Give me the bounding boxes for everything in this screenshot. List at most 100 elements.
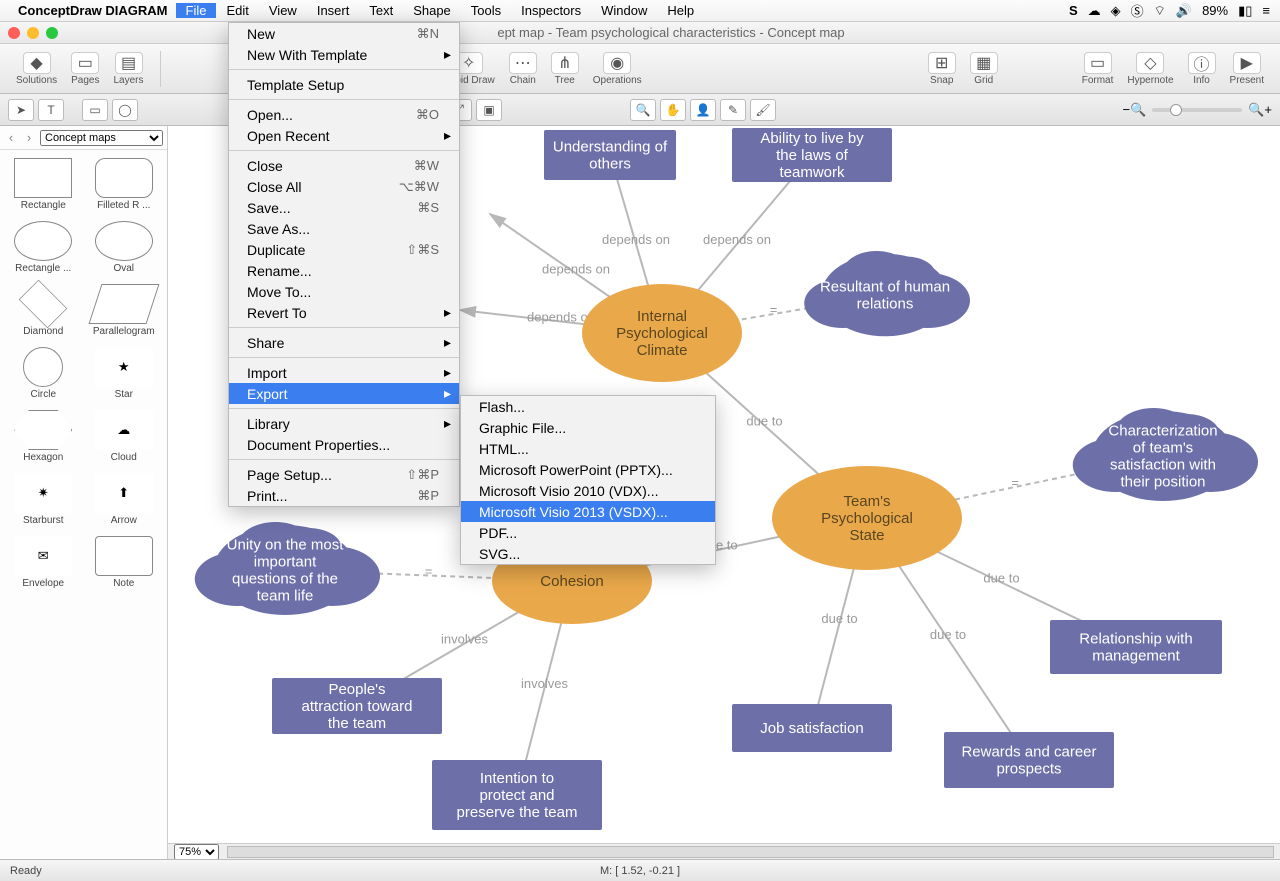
menuitem-pdf-[interactable]: PDF...: [461, 522, 715, 543]
tool-solutions[interactable]: ◆Solutions: [10, 50, 63, 88]
node-n5[interactable]: Team'sPsychologicalState: [772, 466, 962, 570]
shape-starburst[interactable]: ✷Starburst: [4, 469, 83, 530]
tool-present[interactable]: ▶Present: [1224, 50, 1270, 88]
menuitem-open-recent[interactable]: Open Recent▸: [229, 125, 459, 146]
menuitem-html-[interactable]: HTML...: [461, 438, 715, 459]
tool-snap[interactable]: ⊞Snap: [922, 50, 962, 88]
shape-rectangle[interactable]: Rectangle: [4, 154, 83, 215]
zoom-select[interactable]: 75%: [174, 844, 219, 860]
ellipse-tool[interactable]: ◯: [112, 99, 138, 121]
menu-view[interactable]: View: [259, 3, 307, 18]
node-n3[interactable]: Resultant of humanrelations: [804, 251, 970, 336]
menuitem-print-[interactable]: Print...⌘P: [229, 485, 459, 506]
library-select[interactable]: Concept maps: [40, 130, 163, 146]
menuitem-template-setup[interactable]: Template Setup: [229, 74, 459, 95]
wifi-icon[interactable]: ⌔: [1154, 3, 1166, 19]
menu-shape[interactable]: Shape: [403, 3, 461, 18]
menuitem-duplicate[interactable]: Duplicate⇧⌘S: [229, 239, 459, 260]
tool-chain[interactable]: ⋯Chain: [503, 50, 543, 88]
tool-info[interactable]: ⓘInfo: [1182, 50, 1222, 88]
person-tool[interactable]: 👤: [690, 99, 716, 121]
menuitem-rename-[interactable]: Rename...: [229, 260, 459, 281]
menu-window[interactable]: Window: [591, 3, 657, 18]
eyedrop-tool[interactable]: ✎: [720, 99, 746, 121]
node-n13[interactable]: Relationship withmanagement: [1050, 620, 1222, 674]
menuitem-microsoft-visio-2013-vsdx-[interactable]: Microsoft Visio 2013 (VSDX)...: [461, 501, 715, 522]
window-close[interactable]: [8, 27, 20, 39]
menu-edit[interactable]: Edit: [216, 3, 258, 18]
lib-fwd[interactable]: ›: [22, 130, 36, 145]
menuitem-close-all[interactable]: Close All⌥⌘W: [229, 176, 459, 197]
node-n1[interactable]: Understanding ofothers: [544, 130, 676, 180]
h-scrollbar[interactable]: [227, 846, 1274, 858]
tool-operations[interactable]: ◉Operations: [587, 50, 648, 88]
menuitem-save-as-[interactable]: Save As...: [229, 218, 459, 239]
menuitem-library[interactable]: Library▸: [229, 413, 459, 434]
menuitem-import[interactable]: Import▸: [229, 362, 459, 383]
zoom-tool[interactable]: 🔍: [630, 99, 656, 121]
node-n4[interactable]: InternalPsychologicalClimate: [582, 284, 742, 382]
menu-file[interactable]: File: [176, 3, 217, 18]
shape-envelope[interactable]: ✉Envelope: [4, 532, 83, 593]
node-n2[interactable]: Ability to live bythe laws ofteamwork: [732, 128, 892, 182]
shape-arrow[interactable]: ⬆Arrow: [85, 469, 164, 530]
menuitem-microsoft-visio-2010-vdx-[interactable]: Microsoft Visio 2010 (VDX)...: [461, 480, 715, 501]
tool-hypernote[interactable]: ◇Hypernote: [1121, 50, 1179, 88]
menu-help[interactable]: Help: [657, 3, 704, 18]
tool-grid[interactable]: ▦Grid: [964, 50, 1004, 88]
shape-parallelogram[interactable]: Parallelogram: [85, 280, 164, 341]
menu-text[interactable]: Text: [359, 3, 403, 18]
shape-star[interactable]: ★Star: [85, 343, 164, 404]
menu-tools[interactable]: Tools: [461, 3, 511, 18]
shape-filleted-r-[interactable]: Filleted R ...: [85, 154, 164, 215]
node-n10[interactable]: Intention toprotect andpreserve the team: [432, 760, 602, 830]
menuitem-share[interactable]: Share▸: [229, 332, 459, 353]
tool-layers[interactable]: ▤Layers: [108, 50, 150, 88]
menuitem-new-with-template[interactable]: New With Template▸: [229, 44, 459, 65]
pan-tool[interactable]: ✋: [660, 99, 686, 121]
menuitem-flash-[interactable]: Flash...: [461, 396, 715, 417]
menuitem-document-properties-[interactable]: Document Properties...: [229, 434, 459, 455]
node-n8[interactable]: Unity on the mostimportantquestions of t…: [195, 522, 380, 615]
cloud-icon[interactable]: ☁: [1088, 3, 1101, 19]
menuitem-microsoft-powerpoint-pptx-[interactable]: Microsoft PowerPoint (PPTX)...: [461, 459, 715, 480]
tool-tree[interactable]: ⋔Tree: [545, 50, 585, 88]
dropbox-icon[interactable]: ◈: [1111, 3, 1121, 19]
menuitem-svg-[interactable]: SVG...: [461, 543, 715, 564]
menuitem-graphic-file-[interactable]: Graphic File...: [461, 417, 715, 438]
window-zoom[interactable]: [46, 27, 58, 39]
menuitem-save-[interactable]: Save...⌘S: [229, 197, 459, 218]
s-icon[interactable]: S: [1069, 3, 1078, 18]
brush-tool[interactable]: 🖌: [750, 99, 776, 121]
zoom-out-icon[interactable]: −🔍: [1122, 102, 1146, 118]
shape-cloud[interactable]: ☁Cloud: [85, 406, 164, 467]
textbox-tool[interactable]: ▣: [476, 99, 502, 121]
menuitem-open-[interactable]: Open...⌘O: [229, 104, 459, 125]
lib-back[interactable]: ‹: [4, 130, 18, 145]
node-n9[interactable]: People'sattraction towardthe team: [272, 678, 442, 734]
zoom-in-icon[interactable]: 🔍+: [1248, 102, 1272, 118]
rect-tool[interactable]: ▭: [82, 99, 108, 121]
menu-insert[interactable]: Insert: [307, 3, 360, 18]
shape-circle[interactable]: Circle: [4, 343, 83, 404]
menuitem-close[interactable]: Close⌘W: [229, 155, 459, 176]
menuitem-revert-to[interactable]: Revert To▸: [229, 302, 459, 323]
menu-icon[interactable]: ≡: [1262, 3, 1270, 18]
tool-pages[interactable]: ▭Pages: [65, 50, 105, 88]
zoom-slider[interactable]: −🔍 🔍+: [1122, 102, 1272, 118]
window-minimize[interactable]: [27, 27, 39, 39]
node-n12[interactable]: Rewards and careerprospects: [944, 732, 1114, 788]
menuitem-new[interactable]: New⌘N: [229, 23, 459, 44]
shape-diamond[interactable]: Diamond: [4, 280, 83, 341]
menu-inspectors[interactable]: Inspectors: [511, 3, 591, 18]
shape-note[interactable]: Note: [85, 532, 164, 593]
tool-format[interactable]: ▭Format: [1076, 50, 1120, 88]
pointer-tool[interactable]: ➤: [8, 99, 34, 121]
shape-hexagon[interactable]: Hexagon: [4, 406, 83, 467]
volume-icon[interactable]: 🔊: [1176, 3, 1192, 19]
skype-icon[interactable]: Ⓢ: [1131, 1, 1144, 20]
shape-rectangle-[interactable]: Rectangle ...: [4, 217, 83, 278]
shape-oval[interactable]: Oval: [85, 217, 164, 278]
menuitem-move-to-[interactable]: Move To...: [229, 281, 459, 302]
menuitem-page-setup-[interactable]: Page Setup...⇧⌘P: [229, 464, 459, 485]
